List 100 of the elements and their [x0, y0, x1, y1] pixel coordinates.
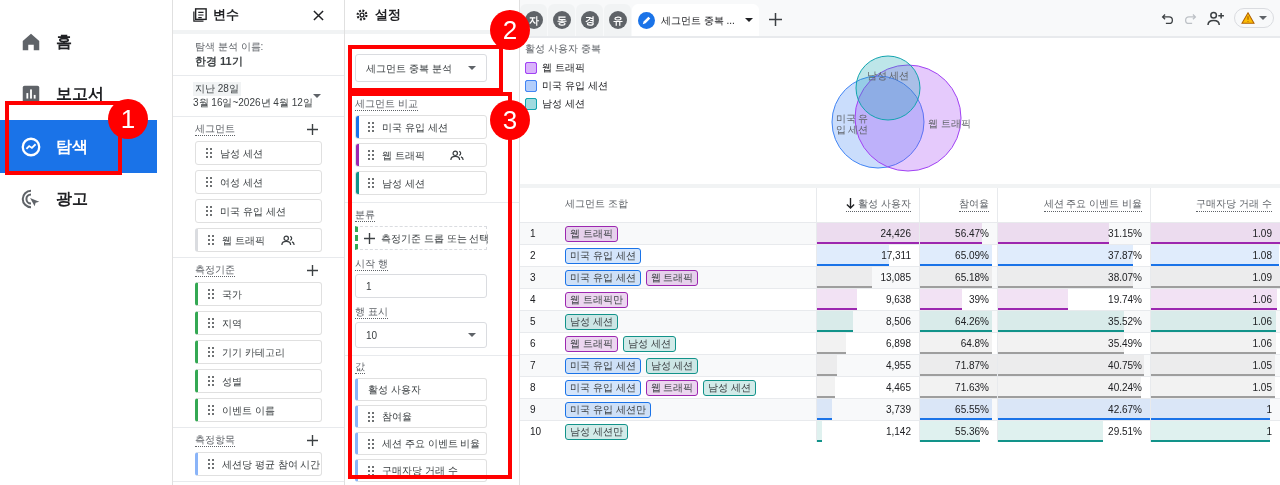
venn-label: 웹 트래픽 — [928, 118, 972, 129]
legend-label: 미국 유입 세션 — [542, 79, 608, 93]
segment-tag: 웹 트래픽 — [645, 379, 699, 396]
drag-handle-icon[interactable] — [208, 459, 214, 469]
cell-value: 55.36% — [955, 425, 989, 439]
drag-handle-icon[interactable] — [206, 177, 212, 187]
tab[interactable]: 동 — [548, 4, 575, 36]
caret-icon — [468, 333, 476, 337]
variable-chip[interactable]: 여성 세션 — [195, 170, 322, 194]
cell-value: 3,739 — [885, 403, 911, 417]
tab[interactable]: 세그먼트 중복 ... — [632, 4, 759, 36]
column-header[interactable]: 참여율 — [959, 196, 989, 212]
metric-chip[interactable]: 세션 주요 이벤트 비율 — [355, 432, 487, 455]
segment-chip[interactable]: 웹 트래픽 — [355, 143, 487, 167]
segment-tag: 웹 트래픽만 — [565, 291, 628, 308]
cell-value: 1 — [1266, 403, 1272, 417]
drag-handle-icon[interactable] — [368, 465, 374, 476]
warning-icon — [1241, 12, 1255, 24]
exploration-name[interactable]: 한경 11기 — [195, 53, 322, 69]
metric-chip[interactable]: 활성 사용자 — [355, 378, 487, 401]
caret-icon — [312, 94, 321, 98]
close-icon[interactable] — [313, 9, 324, 21]
caret-icon — [1259, 16, 1267, 20]
cell-value: 37.87% — [1108, 249, 1142, 263]
cell-value: 1.06 — [1252, 293, 1272, 307]
cell-value: 29.51% — [1108, 425, 1142, 439]
variable-chip[interactable]: 세션당 평균 참여 시간 — [195, 452, 322, 476]
cell-value: 6,898 — [885, 337, 911, 351]
section-label: 측정항목 — [195, 433, 235, 447]
nav-item[interactable]: 광고 — [0, 179, 100, 219]
avatar: 경 — [580, 11, 599, 29]
add-icon[interactable] — [307, 123, 318, 135]
tab[interactable]: 경 — [576, 4, 603, 36]
drag-handle-icon[interactable] — [368, 122, 374, 132]
add-icon — [364, 232, 375, 244]
row-number: 2 — [530, 249, 536, 263]
drag-handle-icon[interactable] — [368, 178, 374, 188]
variable-chip[interactable]: 지역 — [195, 311, 322, 335]
drag-handle-icon[interactable] — [208, 235, 214, 245]
panel-title: 설정 — [375, 6, 401, 25]
add-icon[interactable] — [307, 264, 318, 276]
variable-chip[interactable]: 웹 트래픽 — [195, 228, 322, 252]
drag-handle-icon[interactable] — [208, 347, 214, 357]
add-icon[interactable] — [307, 434, 318, 446]
row-number: 4 — [530, 293, 536, 307]
segment-chip[interactable]: 남성 세션 — [355, 171, 487, 195]
cell-value: 35.49% — [1108, 337, 1142, 351]
column-header[interactable]: 구매자당 거래 수 — [1196, 196, 1272, 212]
column-header[interactable]: 세션 주요 이벤트 비율 — [1043, 196, 1142, 212]
row-number: 7 — [530, 359, 536, 373]
drag-handle-icon[interactable] — [206, 148, 212, 158]
section-label: 측정기준 — [195, 263, 235, 277]
variable-chip[interactable]: 미국 유입 세션 — [195, 199, 322, 223]
start-row-input[interactable]: 1 — [355, 274, 487, 298]
variable-chip[interactable]: 성별 — [195, 369, 322, 393]
variable-chip[interactable]: 국가 — [195, 282, 322, 306]
dimension-drop-zone[interactable]: 측정기준 드롭 또는 선택 — [355, 226, 487, 250]
drag-handle-icon[interactable] — [208, 318, 214, 328]
metric-chip[interactable]: 구매자당 거래 수 — [355, 459, 487, 482]
caret-icon[interactable] — [744, 18, 753, 22]
cell-value: 40.24% — [1108, 381, 1142, 395]
home-icon — [20, 31, 42, 53]
nav-item[interactable]: 홈 — [0, 22, 100, 62]
cell-value: 1.05 — [1252, 381, 1272, 395]
drag-handle-icon[interactable] — [368, 150, 374, 160]
segment-tag: 남성 세션 — [645, 357, 699, 374]
cell-value: 19.74% — [1108, 293, 1142, 307]
technique-dropdown[interactable]: 세그먼트 중복 분석 — [355, 54, 487, 82]
column-header[interactable]: 활성 사용자 — [846, 196, 911, 212]
variable-chip[interactable]: 기기 카테고리 — [195, 340, 322, 364]
drag-handle-icon[interactable] — [368, 438, 374, 449]
variable-chip[interactable]: 이벤트 이름 — [195, 398, 322, 422]
drag-handle-icon[interactable] — [206, 206, 212, 216]
step-number-badge: 1 — [108, 99, 148, 139]
segment-tag: 웹 트래픽 — [645, 269, 699, 286]
column-header[interactable]: 세그먼트 조합 — [565, 196, 628, 211]
drag-handle-icon[interactable] — [208, 289, 214, 299]
field-label: 탐색 분석 이름: — [195, 40, 265, 53]
segment-chip[interactable]: 미국 유입 세션 — [355, 115, 487, 139]
segment-tag: 미국 유입 세션 — [565, 357, 641, 374]
metric-chip[interactable]: 참여율 — [355, 405, 487, 428]
cell-value: 1.08 — [1252, 249, 1272, 263]
sort-arrow-icon[interactable] — [846, 198, 856, 209]
tab[interactable]: 유 — [604, 4, 631, 36]
cell-value: 4,955 — [885, 359, 911, 373]
drag-handle-icon[interactable] — [208, 405, 214, 415]
variable-chip[interactable]: 남성 세션 — [195, 141, 322, 165]
add-person-icon[interactable] — [1207, 10, 1224, 26]
avatar: 동 — [552, 11, 571, 29]
cell-value: 1,142 — [885, 425, 911, 439]
venn-label: 미국 유입 세션 — [834, 113, 870, 135]
drag-handle-icon[interactable] — [208, 376, 214, 386]
segment-tag: 남성 세션 — [565, 313, 618, 330]
cell-value: 1.09 — [1252, 227, 1272, 241]
drag-handle-icon[interactable] — [368, 411, 374, 422]
add-tab-icon[interactable] — [768, 13, 782, 26]
warning-button[interactable] — [1234, 8, 1274, 28]
rows-dropdown[interactable]: 10 — [355, 322, 487, 348]
nav-item[interactable]: 보고서 — [0, 74, 100, 114]
undo-icon[interactable] — [1161, 11, 1174, 25]
